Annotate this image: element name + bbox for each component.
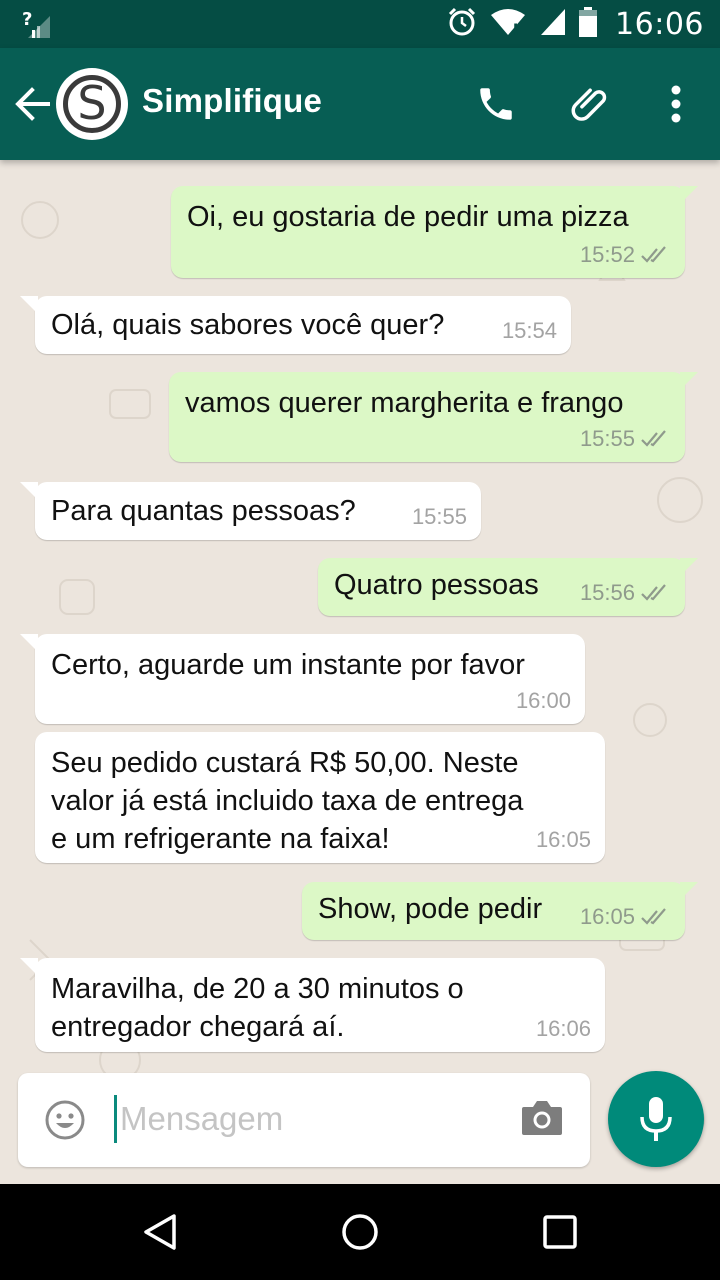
message-meta: 15:55 <box>412 504 467 530</box>
contact-name[interactable]: Simplifique <box>142 82 322 120</box>
message-text: Para quantas pessoas? <box>51 495 356 527</box>
status-time: 16:06 <box>615 6 704 42</box>
message-outgoing[interactable]: Quatro pessoas 15:56 <box>318 558 685 616</box>
bubble-tail <box>20 482 38 500</box>
bubble-tail <box>680 882 698 900</box>
text-cursor <box>114 1095 117 1143</box>
wifi-icon: ! <box>489 7 527 42</box>
message-meta: 16:06 <box>536 1016 591 1042</box>
message-text: vamos querer margherita e frango <box>185 387 624 419</box>
message-time: 16:05 <box>579 904 635 929</box>
message-outgoing[interactable]: Show, pode pedir 16:05 <box>302 882 685 940</box>
message-meta: 16:00 <box>516 688 571 714</box>
message-composer <box>18 1073 590 1167</box>
bubble-tail <box>680 372 698 390</box>
status-bar: ? ! 16:06 <box>0 0 720 48</box>
avatar-letter: S <box>63 75 121 133</box>
message-incoming[interactable]: Certo, aguarde um instante por favor 16:… <box>35 634 585 724</box>
bubble-tail <box>20 634 38 652</box>
signal-unknown-icon: ? <box>22 8 52 40</box>
back-arrow-icon[interactable] <box>12 84 52 124</box>
read-ticks-icon <box>641 584 666 601</box>
message-text: Maravilha, de 20 a 30 minutos o entregad… <box>51 973 464 1043</box>
battery-icon <box>579 6 598 42</box>
bubble-tail <box>20 958 38 976</box>
message-incoming[interactable]: Seu pedido custará R$ 50,00. Neste valor… <box>35 732 605 863</box>
message-time: 15:55 <box>411 504 467 529</box>
emoji-icon[interactable] <box>44 1099 86 1141</box>
message-text: Certo, aguarde um instante por favor <box>51 649 525 681</box>
message-time: 16:05 <box>535 827 591 852</box>
message-text: Olá, quais sabores você quer? <box>51 309 445 341</box>
message-outgoing[interactable]: vamos querer margherita e frango 15:55 <box>169 372 685 462</box>
bubble-tail <box>680 186 698 204</box>
message-time: 15:52 <box>579 242 635 267</box>
message-time: 16:06 <box>535 1016 591 1041</box>
camera-icon[interactable] <box>520 1099 568 1141</box>
microphone-icon <box>640 1097 672 1141</box>
message-meta: 15:55 <box>580 426 671 452</box>
message-incoming[interactable]: Para quantas pessoas? 15:55 <box>35 482 481 540</box>
message-text: Oi, eu gostaria de pedir uma pizza <box>187 201 629 233</box>
chat-area[interactable]: Oi, eu gostaria de pedir uma pizza 15:52… <box>0 160 720 1184</box>
message-time: 15:56 <box>579 580 635 605</box>
message-text: Quatro pessoas <box>334 569 539 601</box>
message-time: 15:54 <box>501 318 557 343</box>
message-text: Show, pode pedir <box>318 893 543 925</box>
phone-icon[interactable] <box>472 80 520 128</box>
avatar[interactable]: S <box>56 68 128 140</box>
message-meta: 16:05 <box>580 904 671 930</box>
nav-recents-icon[interactable] <box>540 1212 580 1252</box>
message-input[interactable] <box>120 1093 500 1145</box>
message-text: Seu pedido custará R$ 50,00. Neste valor… <box>51 747 524 855</box>
message-meta: 15:54 <box>502 318 557 344</box>
message-incoming[interactable]: Maravilha, de 20 a 30 minutos o entregad… <box>35 958 605 1052</box>
svg-text:!: ! <box>512 20 519 37</box>
read-ticks-icon <box>641 430 666 447</box>
bubble-tail <box>20 296 38 314</box>
message-time: 16:00 <box>515 688 571 713</box>
message-time: 15:55 <box>579 426 635 451</box>
alarm-icon <box>447 7 477 42</box>
mic-button[interactable] <box>608 1071 704 1167</box>
message-meta: 15:52 <box>580 242 671 268</box>
system-nav-bar <box>0 1184 720 1280</box>
attach-icon[interactable] <box>568 80 616 128</box>
more-icon[interactable] <box>652 80 700 128</box>
cell-signal-icon <box>539 7 567 42</box>
read-ticks-icon <box>641 246 666 263</box>
read-ticks-icon <box>641 908 666 925</box>
nav-back-icon[interactable] <box>140 1212 180 1252</box>
message-meta: 16:05 <box>536 827 591 853</box>
bubble-tail <box>680 558 698 576</box>
message-meta: 15:56 <box>580 580 671 606</box>
chat-header: S Simplifique <box>0 48 720 160</box>
svg-text:?: ? <box>22 9 32 30</box>
nav-home-icon[interactable] <box>340 1212 380 1252</box>
message-outgoing[interactable]: Oi, eu gostaria de pedir uma pizza 15:52 <box>171 186 685 278</box>
message-incoming[interactable]: Olá, quais sabores você quer? 15:54 <box>35 296 571 354</box>
